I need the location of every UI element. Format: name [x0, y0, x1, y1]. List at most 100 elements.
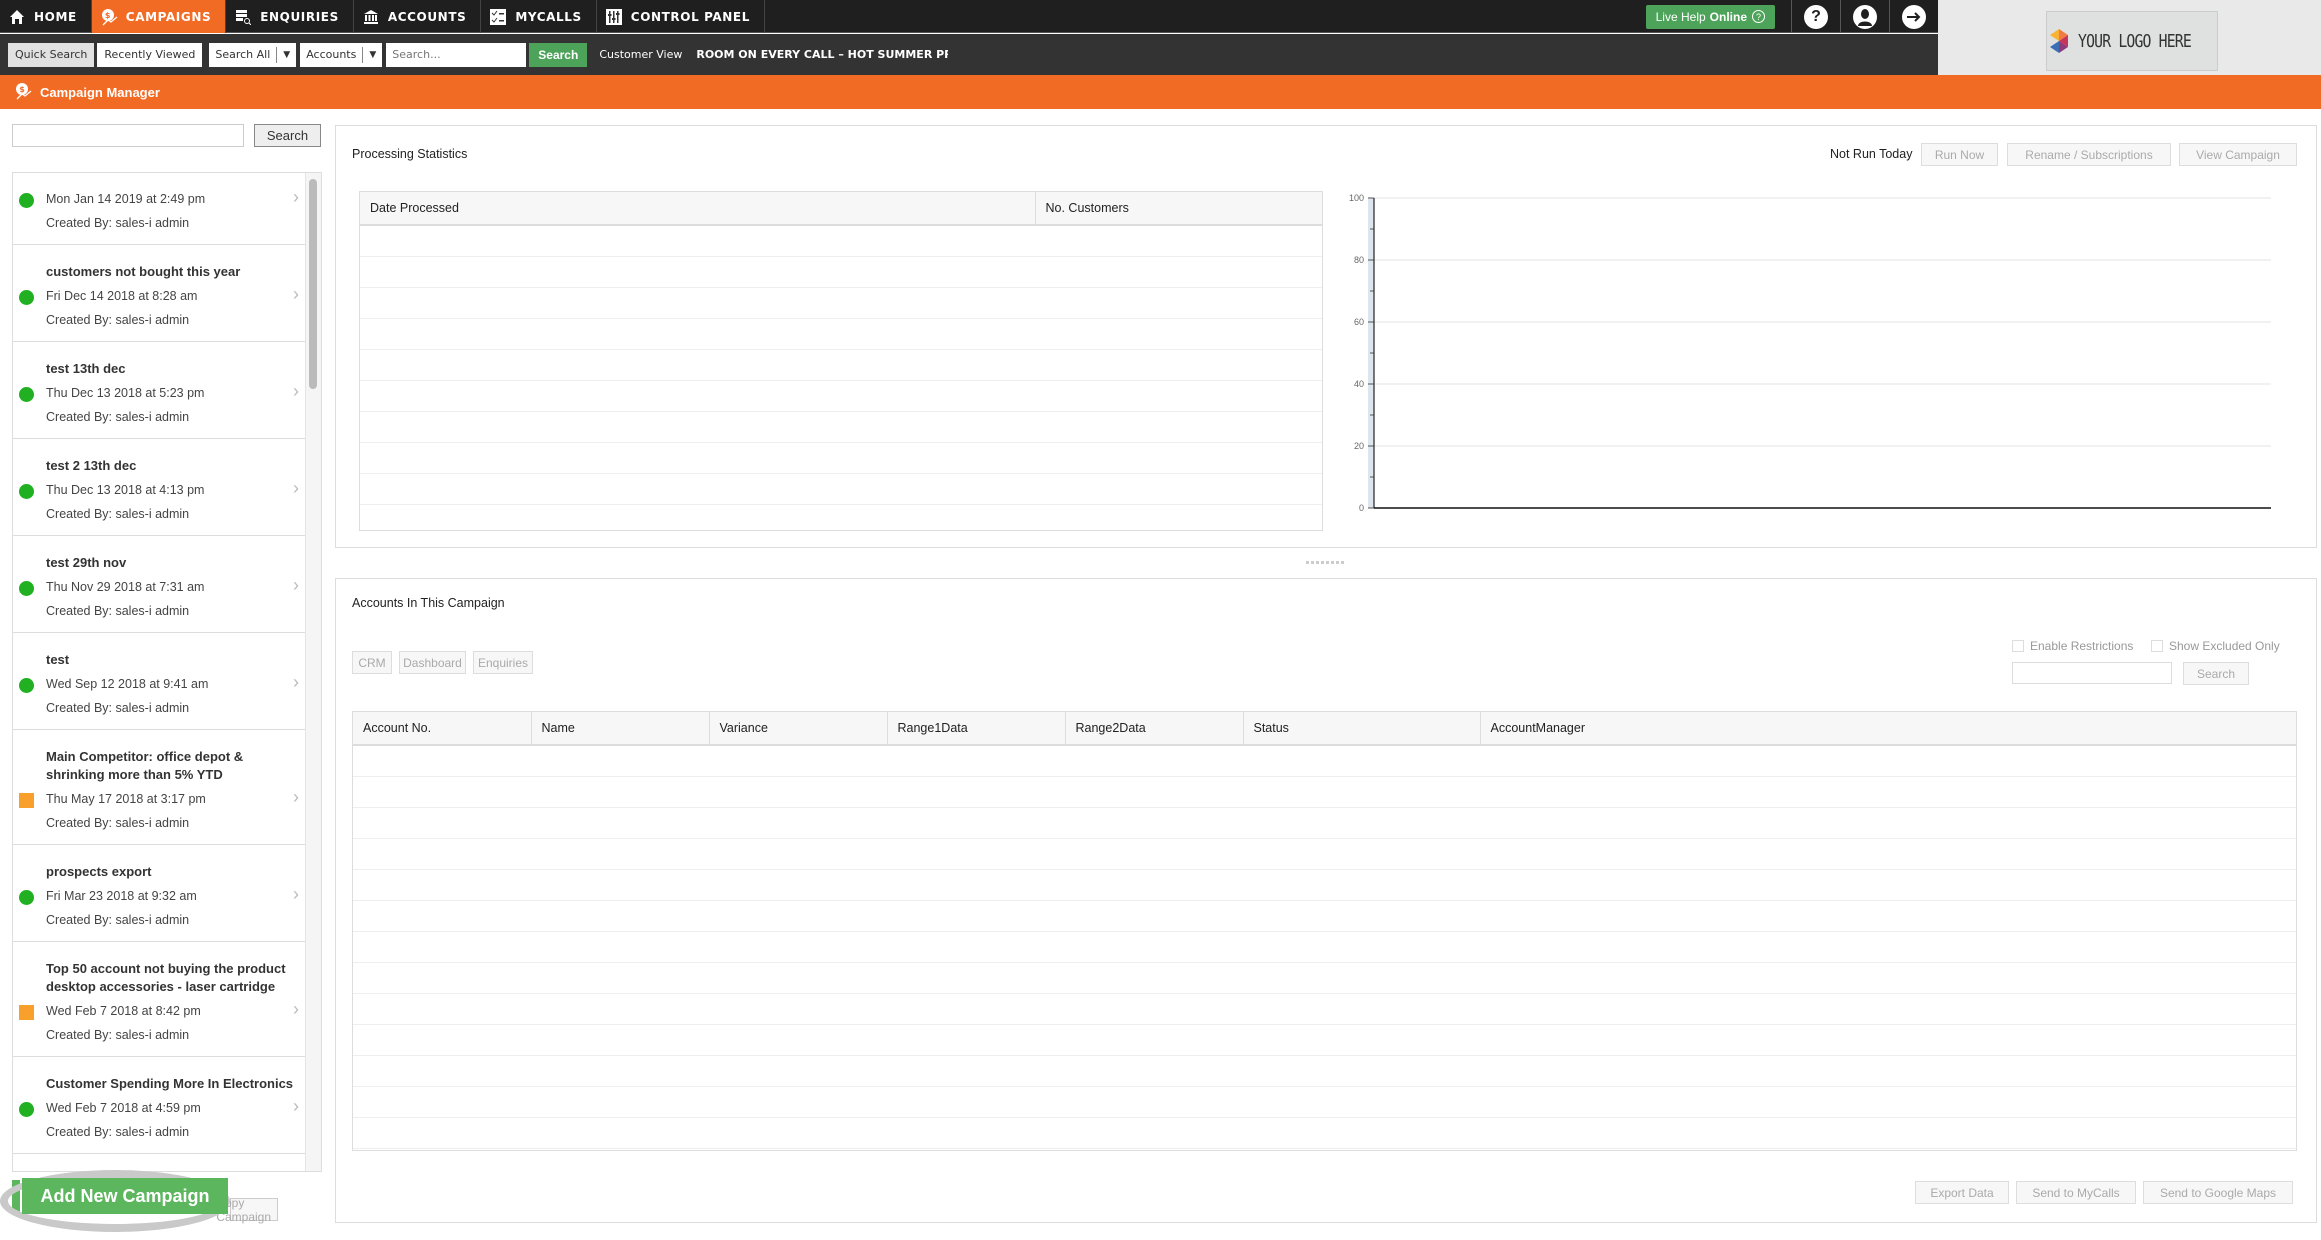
nav-mycalls[interactable]: MYCALLS	[481, 0, 597, 33]
show-excluded-option[interactable]: Show Excluded Only	[2151, 639, 2280, 653]
table-cell	[1065, 993, 1243, 1025]
col-no-customers[interactable]: No. Customers	[1035, 192, 1322, 226]
customer-view-link[interactable]: Customer View	[599, 48, 682, 61]
col-accountmanager[interactable]: AccountManager	[1480, 712, 2296, 746]
nav-accounts[interactable]: ACCOUNTS	[354, 0, 482, 33]
campaign-list-item[interactable]: Customer Spending More In Electronics Wed…	[13, 1057, 307, 1154]
col-range1data[interactable]: Range1Data	[887, 712, 1066, 746]
enquiries-button[interactable]: Enquiries	[473, 651, 533, 674]
table-row	[360, 473, 1322, 505]
table-cell	[353, 1055, 531, 1087]
table-cell	[1035, 504, 1322, 530]
logout-button[interactable]	[1889, 0, 1938, 33]
accounts-search-input[interactable]	[2012, 662, 2172, 684]
table-cell	[709, 869, 887, 901]
table-cell	[531, 1055, 709, 1087]
table-cell	[360, 380, 1035, 412]
campaign-list-item[interactable]: test 13th dec Thu Dec 13 2018 at 5:23 pm C…	[13, 342, 307, 439]
panel-resize-handle[interactable]	[1306, 561, 1344, 564]
live-help-button[interactable]: Live Help Online ?	[1645, 4, 1775, 29]
user-button[interactable]	[1840, 0, 1889, 33]
page-header: $ Campaign Manager	[0, 75, 2321, 109]
nav-home[interactable]: HOME	[0, 0, 92, 33]
home-icon	[8, 8, 26, 26]
status-orange-icon	[19, 793, 34, 808]
table-cell	[709, 962, 887, 994]
campaign-list-item[interactable]: Main Competitor: office depot & shrinkin…	[13, 730, 307, 845]
col-range2data[interactable]: Range2Data	[1065, 712, 1244, 746]
campaign-list-item[interactable]: customers not bought this year Fri Dec 14…	[13, 245, 307, 342]
help-icon: ?	[1804, 4, 1828, 29]
global-search-button[interactable]: Search	[529, 42, 588, 67]
chevron-right-icon: ›	[293, 787, 299, 807]
table-cell	[1243, 869, 1480, 901]
table-cell	[1065, 931, 1243, 963]
campaign-list-item[interactable]: Top 50 account not buying the product de…	[13, 942, 307, 1057]
table-row	[353, 1117, 2296, 1149]
add-new-campaign-button[interactable]: Add New Campaign	[22, 1178, 228, 1214]
table-cell	[709, 745, 887, 777]
nav-control-panel[interactable]: CONTROL PANEL	[597, 0, 765, 33]
help-button[interactable]: ?	[1791, 0, 1840, 33]
nav-enquiries[interactable]: ENQUIRIES	[226, 0, 354, 33]
logo-area: YOUR LOGO HERE	[1938, 0, 2321, 75]
search-scope-select[interactable]: Search All ▼	[209, 42, 297, 67]
table-row	[353, 838, 2296, 870]
accounts-search-button[interactable]: Search	[2183, 662, 2249, 685]
table-cell	[1480, 1055, 2296, 1087]
view-campaign-button[interactable]: View Campaign	[2179, 143, 2297, 166]
table-cell	[353, 1117, 531, 1149]
campaign-list-item[interactable]: test 29th nov Thu Nov 29 2018 at 7:31 am C…	[13, 536, 307, 633]
send-to-google-maps-button[interactable]: Send to Google Maps	[2143, 1181, 2293, 1204]
table-cell	[360, 504, 1035, 530]
table-cell	[531, 1024, 709, 1056]
crm-button[interactable]: CRM	[352, 651, 392, 674]
campaign-list-item[interactable]: test 2 13th dec Thu Dec 13 2018 at 4:13 p…	[13, 439, 307, 536]
chevron-right-icon: ›	[293, 884, 299, 904]
copy-campaign-button[interactable]: Copy Campaign	[216, 1196, 278, 1224]
table-cell	[531, 838, 709, 870]
campaign-search-button[interactable]: Search	[254, 124, 321, 147]
table-cell	[709, 993, 887, 1025]
col-variance[interactable]: Variance	[709, 712, 888, 746]
nav-campaigns[interactable]: $ CAMPAIGNS	[91, 0, 227, 33]
logo-text: YOUR LOGO HERE	[2078, 30, 2192, 52]
send-to-mycalls-button[interactable]: Send to MyCalls	[2016, 1181, 2136, 1204]
table-cell	[887, 807, 1065, 839]
campaign-list-item[interactable]: Mon Jan 14 2019 at 2:49 pm Created By: sa…	[13, 173, 307, 245]
recently-viewed-tab[interactable]: Recently Viewed	[97, 42, 203, 67]
campaign-list-item[interactable]: prospects export Fri Mar 23 2018 at 9:32 …	[13, 845, 307, 942]
rename-subscriptions-button[interactable]: Rename / Subscriptions	[2007, 143, 2171, 166]
table-cell	[709, 931, 887, 963]
table-cell	[887, 1055, 1065, 1087]
table-cell	[1480, 931, 2296, 963]
search-type-select[interactable]: Accounts ▼	[300, 42, 383, 67]
table-cell	[353, 776, 531, 808]
show-excluded-checkbox[interactable]	[2151, 640, 2163, 652]
live-help-status: Online	[1709, 9, 1747, 24]
table-cell	[1035, 318, 1322, 350]
enable-restrictions-checkbox[interactable]	[2012, 640, 2024, 652]
campaign-list-item[interactable]: Stuart's Test - Top 100 accountds not	[13, 1154, 307, 1171]
col-status[interactable]: Status	[1243, 712, 1481, 746]
company-logo[interactable]: YOUR LOGO HERE	[2046, 11, 2218, 71]
run-now-button[interactable]: Run Now	[1921, 143, 1998, 166]
table-cell	[531, 745, 709, 777]
col-date-processed[interactable]: Date Processed	[360, 192, 1036, 226]
table-cell	[887, 962, 1065, 994]
col-name[interactable]: Name	[531, 712, 710, 746]
dashboard-button[interactable]: Dashboard	[399, 651, 466, 674]
enable-restrictions-option[interactable]: Enable Restrictions	[2012, 639, 2133, 653]
quick-search-tab[interactable]: Quick Search	[8, 42, 95, 67]
global-search-input[interactable]	[386, 42, 527, 67]
campaign-created-by: Created By: sales-i admin	[46, 507, 190, 521]
export-data-button[interactable]: Export Data	[1915, 1181, 2009, 1204]
scrollbar-thumb[interactable]	[309, 179, 317, 389]
campaign-list-item[interactable]: test Wed Sep 12 2018 at 9:41 am Created By…	[13, 633, 307, 730]
campaign-list-scrollbar[interactable]	[305, 173, 321, 1171]
campaign-search-input[interactable]	[12, 124, 244, 147]
show-excluded-label: Show Excluded Only	[2169, 639, 2280, 653]
table-cell	[353, 745, 531, 777]
col-account-no[interactable]: Account No.	[353, 712, 532, 746]
table-cell	[1480, 962, 2296, 994]
